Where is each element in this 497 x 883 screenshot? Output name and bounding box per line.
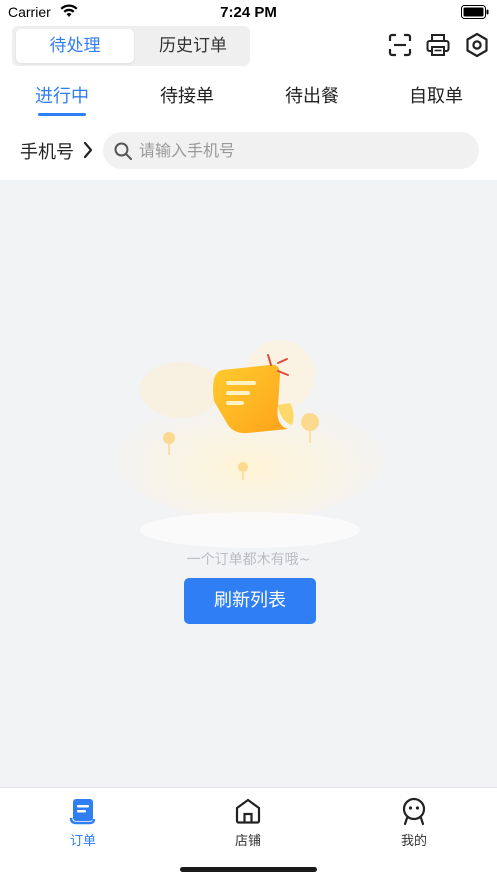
search-box — [103, 132, 479, 169]
battery-icon — [461, 5, 489, 19]
order-icon — [69, 799, 96, 825]
status-bar: Carrier 7:24 PM — [0, 0, 497, 26]
empty-state-message: 一个订单都木有哦~ — [186, 552, 311, 568]
settings-icon[interactable] — [464, 32, 490, 58]
search-row: 手机号 — [0, 120, 497, 180]
store-icon — [235, 798, 261, 824]
search-icon — [114, 142, 132, 160]
tabbar-label-orders: 订单 — [69, 834, 96, 849]
segment-pending[interactable]: 待处理 — [16, 29, 134, 63]
tabbar-item-orders[interactable]: 订单 — [43, 796, 123, 849]
status-time: 7:24 PM — [220, 4, 277, 21]
segmented-control: 待处理 历史订单 — [12, 26, 250, 66]
tabbar-label-profile: 我的 — [400, 834, 427, 849]
printer-icon[interactable] — [425, 32, 451, 58]
order-tabs: 进行中 待接单 待出餐 自取单 — [0, 72, 497, 120]
tab-awaiting-acceptance[interactable]: 待接单 — [137, 82, 237, 108]
home-indicator — [180, 867, 317, 872]
empty-orders-illustration — [115, 340, 385, 548]
chevron-right-icon[interactable] — [82, 140, 94, 160]
tab-self-pickup[interactable]: 自取单 — [386, 82, 486, 108]
active-tab-indicator — [38, 113, 86, 116]
scan-icon[interactable] — [387, 32, 413, 58]
tabbar-item-store[interactable]: 店铺 — [208, 796, 288, 849]
tabbar-item-profile[interactable]: 我的 — [374, 796, 454, 849]
phone-search-input[interactable] — [139, 132, 469, 169]
top-bar: 待处理 历史订单 — [0, 26, 497, 72]
tabbar-label-store: 店铺 — [234, 834, 261, 849]
tab-awaiting-meal[interactable]: 待出餐 — [262, 82, 362, 108]
refresh-list-button[interactable]: 刷新列表 — [184, 578, 316, 624]
profile-icon — [402, 797, 426, 826]
tab-in-progress[interactable]: 进行中 — [12, 82, 112, 108]
segment-history[interactable]: 历史订单 — [140, 29, 246, 63]
search-type-selector[interactable]: 手机号 — [20, 138, 74, 164]
